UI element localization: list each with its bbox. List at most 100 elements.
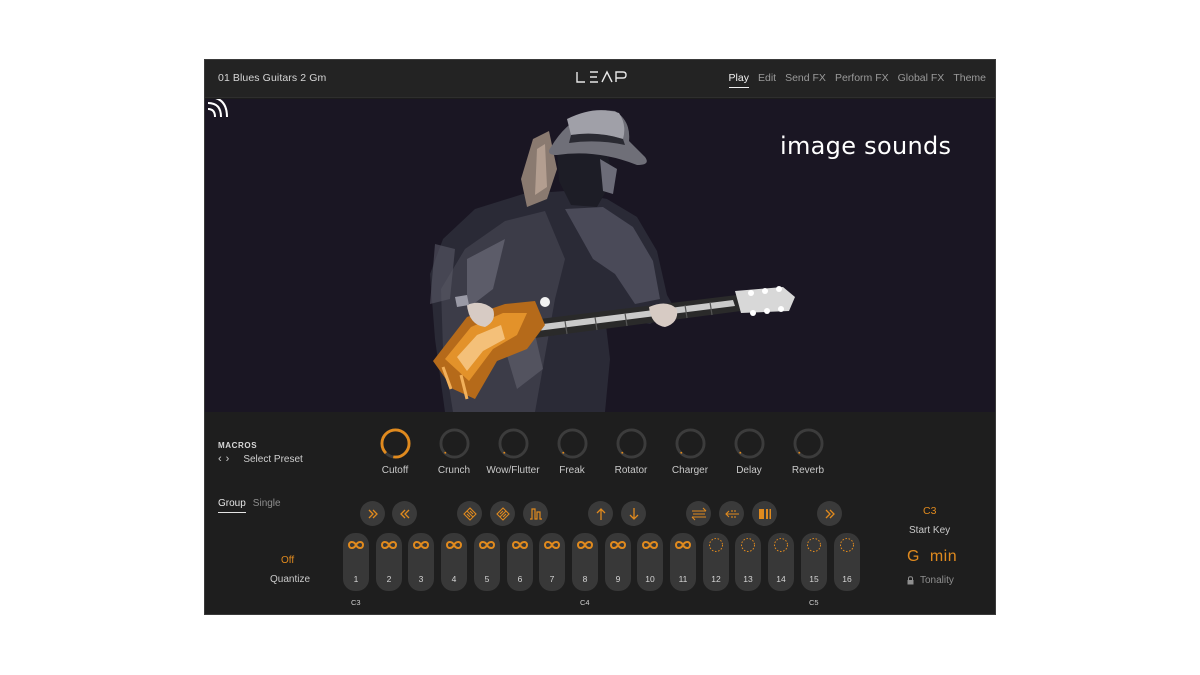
loop-icon <box>608 538 628 552</box>
tab-play[interactable]: Play <box>728 72 749 88</box>
key-number: 7 <box>549 574 555 584</box>
key-number: 10 <box>645 574 655 584</box>
knob-label: Crunch <box>437 465 471 476</box>
stretch-button[interactable] <box>686 501 711 526</box>
diffuse-icon <box>462 506 477 521</box>
skip-forward-button[interactable] <box>817 501 842 526</box>
diffuse-alt-icon <box>495 506 510 521</box>
sample-key[interactable]: 8 <box>572 533 598 591</box>
quantize-label: Quantize <box>270 574 311 585</box>
sample-key[interactable]: 3 <box>408 533 434 591</box>
macro-knob-wow-flutter[interactable]: Wow/Flutter <box>485 428 541 476</box>
loop-icon <box>640 538 660 552</box>
diffuse-button[interactable] <box>457 501 482 526</box>
rewind-button[interactable] <box>392 501 417 526</box>
key-number: 4 <box>451 574 457 584</box>
macro-knob-crunch[interactable]: Crunch <box>426 428 482 476</box>
knob-dial[interactable] <box>615 428 647 459</box>
sample-key[interactable]: 10 <box>637 533 663 591</box>
knob-dial[interactable] <box>438 428 470 459</box>
tonality-row: Tonality <box>907 575 954 586</box>
stutter-button[interactable] <box>752 501 777 526</box>
knob-dial[interactable] <box>733 428 765 459</box>
tab-single[interactable]: Single <box>253 498 281 513</box>
knob-dial[interactable] <box>792 428 824 459</box>
preset-prev-next-icon[interactable]: ‹› <box>218 453 233 465</box>
header-bar: 01 Blues Guitars 2 Gm Play Edit Send FX … <box>205 60 995 98</box>
pitch-up-button[interactable] <box>588 501 613 526</box>
gate-button[interactable] <box>523 501 548 526</box>
oneshot-icon <box>771 538 791 552</box>
knob-dial[interactable] <box>497 428 529 459</box>
loop-icon <box>477 538 497 552</box>
skip-forward-icon <box>825 509 835 518</box>
tab-send-fx[interactable]: Send FX <box>785 72 826 88</box>
key-number: 16 <box>842 574 852 584</box>
macro-knob-rotator[interactable]: Rotator <box>603 428 659 476</box>
sample-key[interactable]: 14 <box>768 533 794 591</box>
sample-key[interactable]: 16 <box>834 533 860 591</box>
leap-logo <box>576 70 627 83</box>
quantize-value[interactable]: Off <box>281 555 294 566</box>
sample-key[interactable]: 13 <box>735 533 761 591</box>
macro-knob-charger[interactable]: Charger <box>662 428 718 476</box>
knob-label: Wow/Flutter <box>486 465 540 476</box>
tab-edit[interactable]: Edit <box>758 72 776 88</box>
start-key-value[interactable]: C3 <box>923 505 936 517</box>
tab-global-fx[interactable]: Global FX <box>898 72 945 88</box>
knob-dial[interactable] <box>379 428 411 459</box>
oneshot-icon <box>837 538 857 552</box>
pitch-down-button[interactable] <box>621 501 646 526</box>
diffuse-alt-button[interactable] <box>490 501 515 526</box>
reverse-icon <box>724 509 739 518</box>
macro-knob-reverb[interactable]: Reverb <box>780 428 836 476</box>
macro-knob-delay[interactable]: Delay <box>721 428 777 476</box>
loop-icon <box>444 538 464 552</box>
mode-tabs: Group Single <box>218 498 281 513</box>
sample-key[interactable]: 9 <box>605 533 631 591</box>
knob-dial[interactable] <box>556 428 588 459</box>
key-number: 8 <box>582 574 588 584</box>
reverse-button[interactable] <box>719 501 744 526</box>
tonality-value[interactable]: G min <box>907 548 957 566</box>
tonality-label: Tonality <box>920 575 954 586</box>
loop-icon <box>379 538 399 552</box>
sample-key[interactable]: 7 <box>539 533 565 591</box>
fast-forward-button[interactable] <box>360 501 385 526</box>
octave-label-c3: C3 <box>351 598 361 607</box>
sample-key[interactable]: 6 <box>507 533 533 591</box>
sample-key[interactable]: 4 <box>441 533 467 591</box>
knob-dial[interactable] <box>674 428 706 459</box>
main-nav: Play Edit Send FX Perform FX Global FX T… <box>728 72 986 88</box>
knob-label: Charger <box>671 465 709 476</box>
key-number: 2 <box>386 574 392 584</box>
knob-label: Rotator <box>614 465 648 476</box>
stutter-icon <box>758 508 771 519</box>
macro-knob-cutoff[interactable]: Cutoff <box>367 428 423 476</box>
lock-icon[interactable] <box>907 576 914 585</box>
preset-name[interactable]: 01 Blues Guitars 2 Gm <box>218 72 326 84</box>
loop-icon <box>673 538 693 552</box>
oneshot-icon <box>738 538 758 552</box>
sample-key[interactable]: 5 <box>474 533 500 591</box>
select-preset-button[interactable]: Select Preset <box>243 454 302 465</box>
rewind-icon <box>399 509 409 518</box>
sample-key[interactable]: 11 <box>670 533 696 591</box>
sample-key[interactable]: 1 <box>343 533 369 591</box>
tab-group[interactable]: Group <box>218 498 246 513</box>
knob-label: Reverb <box>791 465 825 476</box>
key-number: 1 <box>353 574 359 584</box>
macro-knob-freak[interactable]: Freak <box>544 428 600 476</box>
sample-key[interactable]: 12 <box>703 533 729 591</box>
knob-label: Delay <box>736 465 762 476</box>
tab-theme[interactable]: Theme <box>953 72 986 88</box>
sample-key[interactable]: 2 <box>376 533 402 591</box>
key-number: 5 <box>484 574 490 584</box>
knob-label: Cutoff <box>381 465 409 476</box>
leap-plugin-window: 01 Blues Guitars 2 Gm Play Edit Send FX … <box>204 59 996 615</box>
tab-perform-fx[interactable]: Perform FX <box>835 72 889 88</box>
key-number: 14 <box>776 574 786 584</box>
key-number: 12 <box>711 574 721 584</box>
sample-key[interactable]: 15 <box>801 533 827 591</box>
key-number: 3 <box>418 574 424 584</box>
